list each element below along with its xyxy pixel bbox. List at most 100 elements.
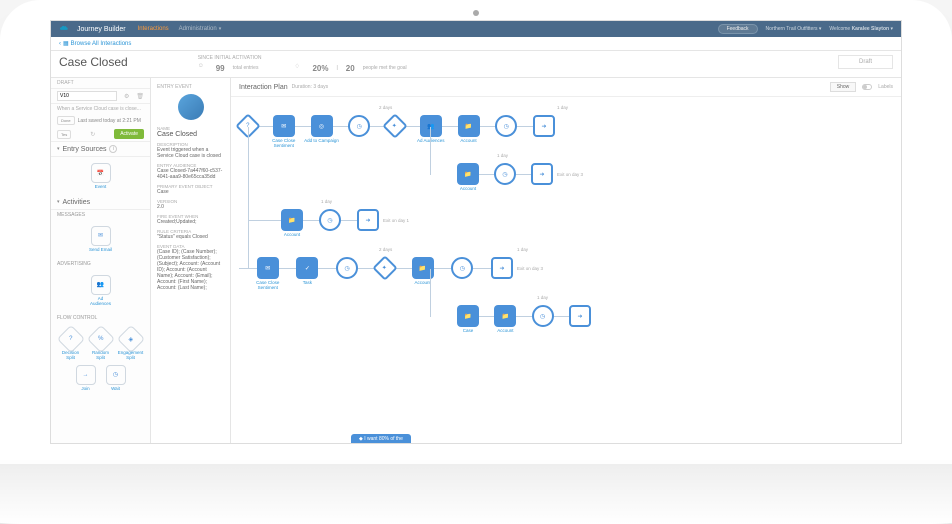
time-label: 1 day: [497, 153, 508, 158]
detail-audience: Case Closed-7a447f60-c537-4041-aaa9-80e6…: [157, 168, 224, 180]
salesforce-logo-icon: [59, 24, 73, 34]
test-badge[interactable]: Tes: [57, 130, 71, 139]
account-node[interactable]: 📁Account: [281, 209, 303, 231]
palette-wait[interactable]: ◷Wait: [103, 365, 129, 392]
chevron-down-icon: ▾: [219, 26, 222, 32]
breadcrumb-link[interactable]: Browse All Interactions: [71, 41, 132, 47]
folder-icon: 📁: [419, 265, 426, 272]
split-node[interactable]: ✦: [372, 255, 397, 280]
folder-icon: 📁: [464, 313, 471, 320]
user-menu[interactable]: Welcome Karalee Slayton ▾: [829, 26, 893, 32]
wait-node[interactable]: ◷: [319, 209, 341, 231]
burst-icon: ✦: [392, 123, 397, 130]
folder-icon: 📁: [465, 123, 472, 130]
percent-icon: %: [98, 336, 103, 342]
breadcrumb-bar: ‹ ▦ Browse All Interactions: [51, 37, 901, 51]
engagement-icon: ◈: [128, 335, 133, 342]
chevron-down-icon: ▾: [890, 26, 893, 32]
envelope-icon: ✉: [281, 123, 286, 130]
account-node[interactable]: 📁Account: [458, 115, 480, 137]
palette-decision-split[interactable]: ?Decision Split: [58, 329, 84, 361]
wait-node[interactable]: ◷: [336, 257, 358, 279]
wait-node[interactable]: ◷: [495, 115, 517, 137]
exit-node[interactable]: ➜: [533, 115, 555, 137]
clock-icon: ◷: [502, 171, 507, 178]
folder-icon: 📁: [464, 171, 471, 178]
refresh-icon[interactable]: ↻: [90, 131, 95, 138]
people-icon: ☺: [198, 63, 208, 73]
target-icon: ◎: [319, 123, 324, 130]
time-label: 2 days: [379, 247, 392, 252]
goal-tab[interactable]: ◆ I want 80% of the: [351, 434, 411, 444]
palette-join[interactable]: →Join: [73, 365, 99, 392]
people-icon: 👥: [97, 281, 104, 288]
account-node[interactable]: 📁Account: [494, 305, 516, 327]
info-icon[interactable]: i: [109, 145, 117, 153]
exit-node[interactable]: ➜: [569, 305, 591, 327]
chevron-down-icon: ▾: [819, 26, 822, 32]
app-screen: Journey Builder Interactions Administrat…: [50, 20, 902, 444]
case-node[interactable]: 📁Case: [457, 305, 479, 327]
canvas[interactable]: Interaction Plan Duration: 3 days Show L…: [231, 78, 901, 444]
exit-node[interactable]: ➜: [491, 257, 513, 279]
sidebar: DRAFT ⚙ 🗑 When a Service Cloud case is c…: [51, 78, 151, 444]
topbar: Journey Builder Interactions Administrat…: [51, 21, 901, 37]
task-node[interactable]: ✓Task: [296, 257, 318, 279]
question-icon: ?: [69, 336, 72, 342]
section-entry-sources[interactable]: ▾Entry Sourcesi: [51, 142, 150, 157]
wait-node[interactable]: ◷: [348, 115, 370, 137]
palette-random-split[interactable]: %Random Split: [88, 329, 114, 361]
detail-panel: ENTRY EVENT NAME Case Closed DESCRIPTION…: [151, 78, 231, 444]
labels-toggle[interactable]: [862, 84, 872, 90]
palette-engagement-split[interactable]: ◈Engagement Split: [118, 329, 144, 361]
time-label: 2 days: [379, 105, 392, 110]
wait-node[interactable]: ◷: [451, 257, 473, 279]
version-hint: When a Service Cloud case is close...: [51, 104, 150, 114]
app-name: Journey Builder: [77, 26, 126, 33]
activate-button[interactable]: Activate: [114, 129, 144, 139]
page-title: Case Closed: [59, 55, 128, 69]
gear-icon[interactable]: ⚙: [124, 93, 129, 100]
section-activities[interactable]: ▾Activities: [51, 196, 150, 210]
clock-icon: ◷: [113, 371, 118, 378]
campaign-node[interactable]: ◎Add to Campaign: [311, 115, 333, 137]
detail-fire: Created;Updated;: [157, 219, 224, 225]
goal-icon: ♢: [294, 63, 304, 73]
join-icon: →: [83, 372, 89, 378]
account-node[interactable]: 📁Account: [457, 163, 479, 185]
page-header: Case Closed SINCE INITIAL ACTIVATION ☺ 9…: [51, 51, 901, 78]
nav-administration[interactable]: Administration▾: [179, 26, 222, 32]
event-node-icon[interactable]: [178, 94, 204, 120]
split-node[interactable]: ✦: [382, 113, 407, 138]
grid-icon[interactable]: ▦: [63, 40, 69, 47]
email-node[interactable]: ✉Case Close Sentiment: [257, 257, 279, 279]
goal-count: 20: [346, 64, 355, 73]
exit-node[interactable]: ➜: [357, 209, 379, 231]
time-label: 1 day: [517, 247, 528, 252]
exit-node[interactable]: ➜: [531, 163, 553, 185]
detail-rule: "Status" equals Closed: [157, 234, 224, 240]
goal-label: people met the goal: [363, 65, 407, 71]
exit-icon: ➜: [365, 217, 370, 224]
collapse-icon: ▾: [57, 146, 60, 152]
feedback-button[interactable]: Feedback: [718, 24, 758, 34]
detail-object: Case: [157, 189, 224, 195]
nav-interactions[interactable]: Interactions: [138, 26, 169, 32]
back-icon[interactable]: ‹: [59, 41, 61, 47]
clock-icon: ◷: [460, 265, 465, 272]
palette-ad-audiences[interactable]: 👥Ad Audiences: [88, 275, 114, 307]
email-node[interactable]: ✉Case Close Sentiment: [273, 115, 295, 137]
wait-node[interactable]: ◷: [494, 163, 516, 185]
exit-icon: ➜: [541, 123, 546, 130]
trash-icon[interactable]: 🗑: [136, 93, 144, 100]
exit-icon: ➜: [539, 171, 544, 178]
exit-label: Exit on day 1: [383, 218, 409, 223]
detail-header: ENTRY EVENT: [157, 84, 224, 90]
palette-event[interactable]: 📅Event: [88, 163, 114, 190]
version-input[interactable]: [57, 91, 117, 101]
time-label: 1 day: [557, 105, 568, 110]
org-switcher[interactable]: Northern Trail Outfitters ▾: [766, 26, 822, 32]
wait-node[interactable]: ◷: [532, 305, 554, 327]
show-button[interactable]: Show: [830, 82, 857, 92]
palette-send-email[interactable]: ✉Send Email: [88, 226, 114, 253]
